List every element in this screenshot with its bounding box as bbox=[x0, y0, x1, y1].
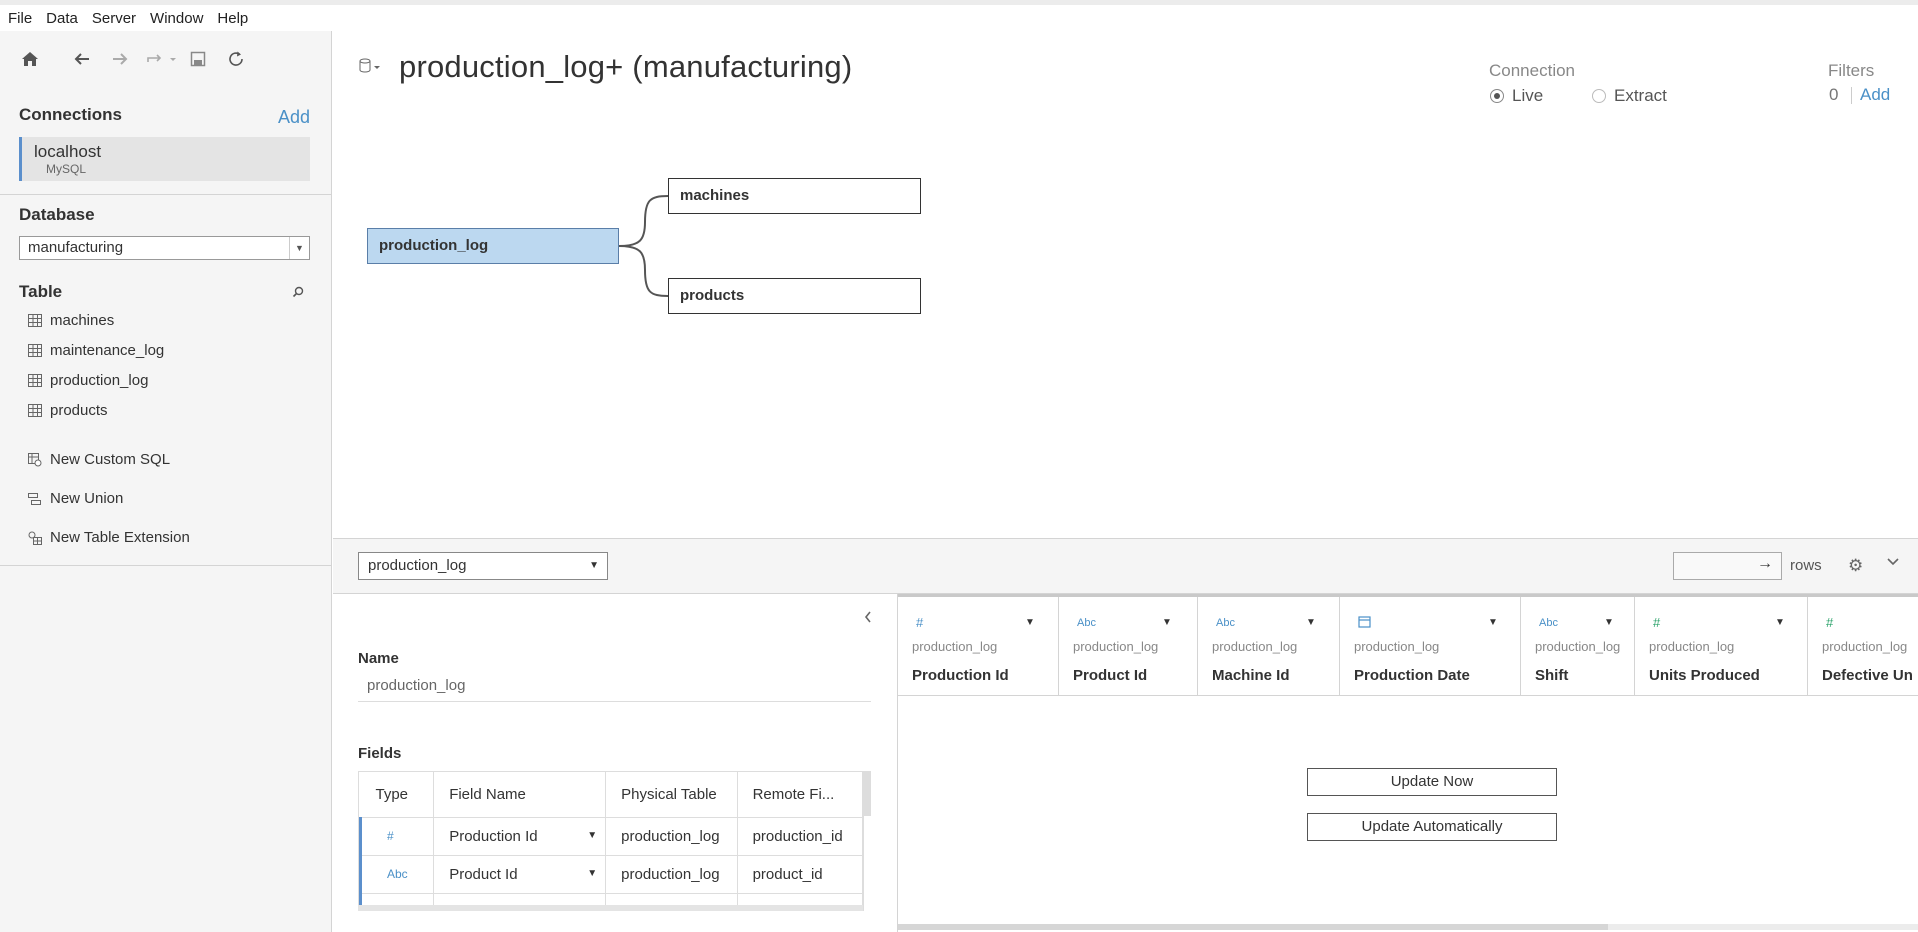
table-select-value: production_log bbox=[368, 557, 467, 574]
preview-header: # ▼ production_log Production Id Abc ▼ p… bbox=[898, 594, 1918, 696]
fields-label: Fields bbox=[358, 745, 402, 762]
number-type-icon[interactable]: # bbox=[1653, 615, 1660, 630]
gear-icon[interactable]: ⚙ bbox=[1848, 556, 1863, 576]
chevron-down-icon[interactable]: ▼ bbox=[587, 868, 597, 879]
fields-header-row: Type Field Name Physical Table Remote Fi… bbox=[360, 772, 863, 818]
table-row: Abc Product Id ▼ production_log product_i… bbox=[359, 855, 863, 894]
preview-column[interactable]: Abc ▼ production_log Machine Id bbox=[1198, 597, 1340, 696]
remote-field-cell: production_id bbox=[737, 817, 863, 856]
preview-column[interactable]: # ▼ production_log Production Id bbox=[898, 597, 1059, 696]
update-automatically-button[interactable]: Update Automatically bbox=[1307, 813, 1557, 841]
column-source: production_log bbox=[1535, 639, 1621, 654]
column-header[interactable]: Type bbox=[360, 772, 435, 818]
physical-table-cell: production_log bbox=[605, 817, 738, 856]
table-select[interactable]: production_log ▼ bbox=[358, 552, 608, 580]
column-header[interactable]: Remote Fi... bbox=[737, 772, 863, 818]
number-type-icon[interactable]: # bbox=[359, 817, 435, 856]
rows-label: rows bbox=[1790, 557, 1822, 574]
table-row: # Production Id ▼ production_log producti… bbox=[359, 817, 863, 856]
column-source: production_log bbox=[1354, 639, 1440, 654]
column-header[interactable]: Field Name bbox=[433, 772, 607, 818]
fields-grid: Type Field Name Physical Table Remote Fi… bbox=[358, 771, 864, 911]
chevron-down-icon[interactable]: ▼ bbox=[1025, 617, 1035, 628]
name-label: Name bbox=[358, 650, 399, 667]
vertical-scrollbar[interactable] bbox=[864, 771, 871, 816]
string-type-icon[interactable]: Abc bbox=[1216, 617, 1235, 629]
scrollbar-thumb[interactable] bbox=[898, 924, 1608, 930]
chevron-down-icon[interactable]: ▼ bbox=[1306, 617, 1316, 628]
canvas-table-production-log[interactable]: production_log bbox=[367, 228, 619, 264]
field-name: Production Id bbox=[449, 827, 538, 845]
column-header[interactable]: Physical Table bbox=[605, 772, 738, 818]
field-name-cell[interactable]: Product Id ▼ bbox=[433, 855, 607, 894]
column-name: Defective Un bbox=[1822, 667, 1913, 684]
name-field[interactable]: production_log bbox=[358, 674, 871, 702]
string-type-icon[interactable]: Abc bbox=[1539, 617, 1558, 629]
column-source: production_log bbox=[1822, 639, 1908, 654]
field-name-cell[interactable]: Production Id ▼ bbox=[433, 817, 607, 856]
data-preview: # ▼ production_log Production Id Abc ▼ p… bbox=[897, 594, 1918, 932]
chevron-down-icon[interactable]: ▼ bbox=[1488, 617, 1498, 628]
chevron-down-icon[interactable]: ▼ bbox=[1162, 617, 1172, 628]
chevron-down-icon[interactable] bbox=[1886, 554, 1900, 570]
string-type-icon[interactable]: Abc bbox=[1077, 617, 1096, 629]
column-name: Production Id bbox=[912, 667, 1009, 684]
column-name: Production Date bbox=[1354, 667, 1470, 684]
column-source: production_log bbox=[912, 639, 998, 654]
remote-field-cell: product_id bbox=[737, 855, 863, 894]
column-name: Units Produced bbox=[1649, 667, 1760, 684]
column-name: Shift bbox=[1535, 667, 1569, 684]
number-type-icon[interactable]: # bbox=[916, 615, 923, 630]
preview-column[interactable]: # ▼ production_log Units Produced bbox=[1635, 597, 1808, 696]
horizontal-scrollbar[interactable] bbox=[358, 905, 863, 911]
column-name: Product Id bbox=[1073, 667, 1148, 684]
arrow-right-icon[interactable]: → bbox=[1757, 555, 1773, 573]
preview-column[interactable]: ▼ production_log Production Date bbox=[1340, 597, 1521, 696]
preview-column[interactable]: Abc ▼ production_log Shift bbox=[1521, 597, 1635, 696]
preview-column[interactable]: Abc ▼ production_log Product Id bbox=[1059, 597, 1198, 696]
column-name: Machine Id bbox=[1212, 667, 1290, 684]
canvas-table-products[interactable]: products bbox=[668, 278, 921, 314]
column-source: production_log bbox=[1073, 639, 1159, 654]
chevron-down-icon[interactable]: ▼ bbox=[1775, 617, 1785, 628]
number-type-icon[interactable]: # bbox=[1826, 615, 1833, 630]
field-name: Product Id bbox=[449, 865, 518, 883]
string-type-icon[interactable]: Abc bbox=[359, 855, 435, 894]
calendar-icon[interactable] bbox=[1358, 615, 1371, 631]
column-source: production_log bbox=[1649, 639, 1735, 654]
chevron-down-icon[interactable]: ▼ bbox=[1604, 617, 1614, 628]
chevron-down-icon: ▼ bbox=[589, 560, 599, 571]
canvas-table-machines[interactable]: machines bbox=[668, 178, 921, 214]
physical-table-cell: production_log bbox=[605, 855, 738, 894]
preview-column[interactable]: # production_log Defective Un bbox=[1808, 597, 1918, 696]
column-source: production_log bbox=[1212, 639, 1298, 654]
chevron-down-icon[interactable]: ▼ bbox=[587, 830, 597, 841]
collapse-icon[interactable] bbox=[863, 610, 873, 629]
update-now-button[interactable]: Update Now bbox=[1307, 768, 1557, 796]
